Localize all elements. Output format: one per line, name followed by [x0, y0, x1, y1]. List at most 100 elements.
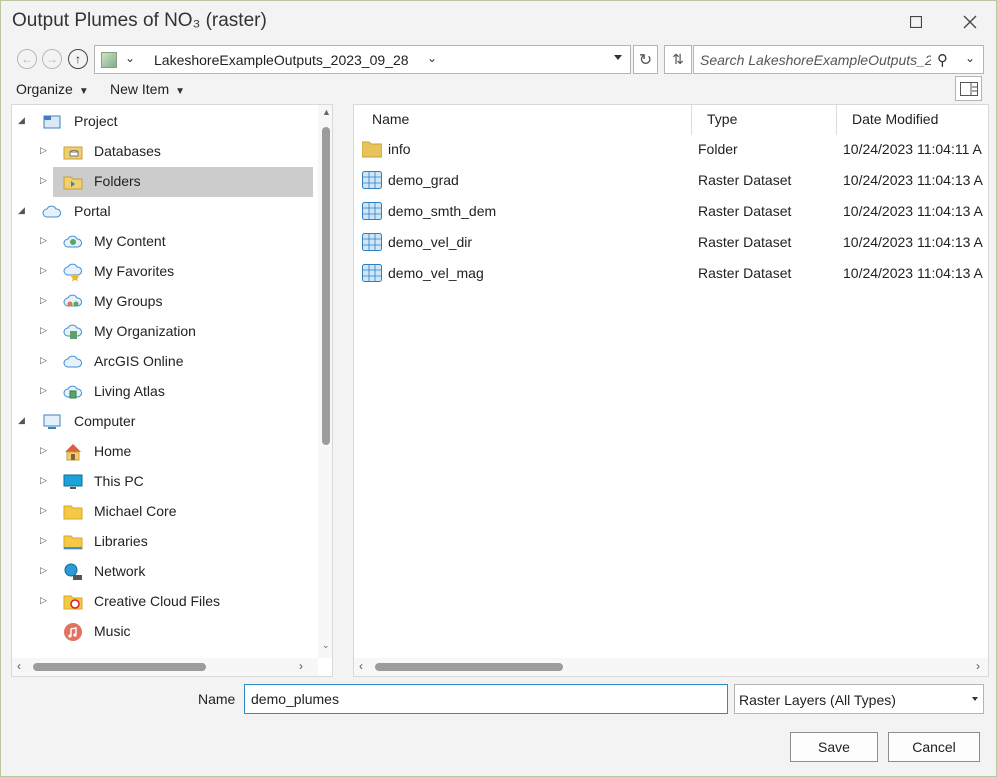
up-button[interactable]: ↑: [68, 49, 88, 69]
file-row[interactable]: info Folder 10/24/2023 11:04:11 A: [354, 134, 988, 165]
refresh-icon: ↻: [638, 51, 653, 69]
collapsed-arrow-icon[interactable]: ▷: [40, 295, 47, 306]
file-row[interactable]: demo_vel_mag Raster Dataset 10/24/2023 1…: [354, 258, 988, 289]
expanded-arrow-icon[interactable]: ◢: [18, 205, 25, 216]
search-options-chevron-icon[interactable]: ⌄: [965, 51, 975, 65]
expanded-arrow-icon[interactable]: ◢: [18, 115, 25, 126]
search-box[interactable]: ⚲ ⌄: [693, 45, 984, 74]
tree-item-project[interactable]: ◢ Project: [12, 107, 314, 137]
column-header-name[interactable]: Name: [354, 105, 691, 135]
maximize-icon: [910, 16, 922, 28]
tree-horizontal-scrollbar[interactable]: ‹ ›: [12, 658, 318, 676]
tree-item-home[interactable]: ▷ Home: [12, 437, 314, 467]
tree-item-my-content[interactable]: ▷ My Content: [12, 227, 314, 257]
tree-item-music[interactable]: Music: [12, 617, 314, 647]
cancel-button[interactable]: Cancel: [888, 732, 980, 762]
search-input[interactable]: [698, 49, 933, 70]
tree-item-portal[interactable]: ◢ Portal: [12, 197, 314, 227]
tree-item-computer[interactable]: ◢ Computer: [12, 407, 314, 437]
collapsed-arrow-icon[interactable]: ▷: [40, 535, 47, 546]
arrow-right-icon: →: [46, 52, 58, 66]
collapsed-arrow-icon[interactable]: ▷: [40, 265, 47, 276]
collapsed-arrow-icon[interactable]: ▷: [40, 145, 47, 156]
arrow-up-icon: ↑: [75, 52, 81, 66]
collapsed-arrow-icon[interactable]: ▷: [40, 235, 47, 246]
tree-item-creative-cloud-files[interactable]: ▷ Creative Cloud Files: [12, 587, 314, 617]
maximize-button[interactable]: [903, 9, 929, 35]
raster-dataset-icon: [362, 202, 382, 220]
tree-vertical-scrollbar[interactable]: ▲ ⌄: [318, 105, 332, 658]
scroll-up-icon[interactable]: ▲: [322, 107, 331, 117]
tree-item-folders[interactable]: Folders: [53, 167, 313, 197]
scroll-right-icon[interactable]: ›: [299, 659, 303, 673]
organization-icon: [63, 324, 82, 339]
scroll-right-icon[interactable]: ›: [976, 659, 980, 673]
location-icon: [101, 52, 117, 68]
column-header-type[interactable]: Type: [692, 105, 836, 135]
organize-label: Organize: [16, 81, 73, 97]
collapsed-arrow-icon[interactable]: ▷: [40, 505, 47, 516]
tree-item-network[interactable]: ▷ Network: [12, 557, 314, 587]
collapsed-arrow-icon[interactable]: ▷: [40, 355, 47, 366]
collapsed-arrow-icon[interactable]: ▷: [40, 475, 47, 486]
dialog-title: Output Plumes of NO₃ (raster): [12, 10, 267, 31]
sort-button[interactable]: ⇅: [664, 45, 692, 74]
address-path[interactable]: LakeshoreExampleOutputs_2023_09_28: [154, 52, 409, 68]
computer-icon: [43, 414, 61, 429]
collapsed-arrow-icon[interactable]: ▷: [40, 175, 47, 186]
tree-item-this-pc[interactable]: ▷ This PC: [12, 467, 314, 497]
collapsed-arrow-icon[interactable]: ▷: [40, 445, 47, 456]
new-item-menu[interactable]: New Item ▼: [110, 81, 185, 97]
forward-button[interactable]: →: [42, 49, 62, 69]
close-button[interactable]: [957, 9, 983, 35]
scroll-thumb[interactable]: [375, 663, 563, 671]
file-list-horizontal-scrollbar[interactable]: ‹ ›: [354, 658, 988, 676]
file-row[interactable]: demo_smth_dem Raster Dataset 10/24/2023 …: [354, 196, 988, 227]
chevron-down-icon[interactable]: ⌄: [125, 51, 135, 65]
file-name-input[interactable]: [244, 684, 728, 714]
scroll-left-icon[interactable]: ‹: [359, 659, 363, 673]
raster-dataset-icon: [362, 264, 382, 282]
file-row[interactable]: demo_vel_dir Raster Dataset 10/24/2023 1…: [354, 227, 988, 258]
organize-menu[interactable]: Organize ▼: [16, 81, 89, 97]
raster-dataset-icon: [362, 171, 382, 189]
collapsed-arrow-icon[interactable]: ▷: [40, 565, 47, 576]
tree-item-my-organization[interactable]: ▷ My Organization: [12, 317, 314, 347]
tree-item-libraries[interactable]: ▷ Libraries: [12, 527, 314, 557]
address-history-dropdown-icon[interactable]: [614, 55, 622, 60]
chevron-down-icon: ▼: [78, 86, 89, 97]
name-label: Name: [198, 691, 236, 707]
expanded-arrow-icon[interactable]: ◢: [18, 415, 25, 426]
scroll-thumb[interactable]: [322, 127, 330, 445]
tree-item-living-atlas[interactable]: ▷ Living Atlas: [12, 377, 314, 407]
tree-item-my-groups[interactable]: ▷ My Groups: [12, 287, 314, 317]
new-item-label: New Item: [110, 81, 170, 97]
navigation-tree[interactable]: ◢ Project ▷ Databases Folders ▷ ◢ Portal…: [11, 104, 333, 677]
tree-item-databases[interactable]: ▷ Databases: [12, 137, 314, 167]
save-dialog: Output Plumes of NO₃ (raster) ← → ↑ ⌄ La…: [0, 0, 997, 777]
file-type-select[interactable]: Raster Layers (All Types): [734, 684, 984, 714]
network-icon: [64, 563, 82, 580]
column-header-date-modified[interactable]: Date Modified: [837, 105, 988, 135]
collapsed-arrow-icon[interactable]: ▷: [40, 385, 47, 396]
collapsed-arrow-icon[interactable]: ▷: [40, 595, 47, 606]
tree-item-my-favorites[interactable]: ▷ My Favorites: [12, 257, 314, 287]
file-row[interactable]: demo_grad Raster Dataset 10/24/2023 11:0…: [354, 165, 988, 196]
collapsed-arrow-icon[interactable]: ▷: [40, 325, 47, 336]
file-type-selected: Raster Layers (All Types): [739, 692, 896, 708]
scroll-down-icon[interactable]: ⌄: [322, 640, 330, 651]
back-button[interactable]: ←: [17, 49, 37, 69]
scroll-left-icon[interactable]: ‹: [17, 659, 21, 673]
refresh-button[interactable]: ↻: [633, 45, 658, 74]
save-button[interactable]: Save: [790, 732, 878, 762]
file-list[interactable]: Name Type Date Modified info Folder 10/2…: [353, 104, 989, 677]
search-icon[interactable]: ⚲: [937, 51, 948, 69]
breadcrumb-chevron-icon[interactable]: ⌄: [427, 51, 437, 65]
tree-item-arcgis-online[interactable]: ▷ ArcGIS Online: [12, 347, 314, 377]
view-layout-button[interactable]: [955, 76, 982, 101]
scroll-thumb[interactable]: [33, 663, 206, 671]
chevron-down-icon: ▼: [175, 86, 186, 97]
tree-item-michael-core[interactable]: ▷ Michael Core: [12, 497, 314, 527]
music-icon: [64, 623, 82, 641]
address-bar[interactable]: ⌄ LakeshoreExampleOutputs_2023_09_28 ⌄: [94, 45, 631, 74]
